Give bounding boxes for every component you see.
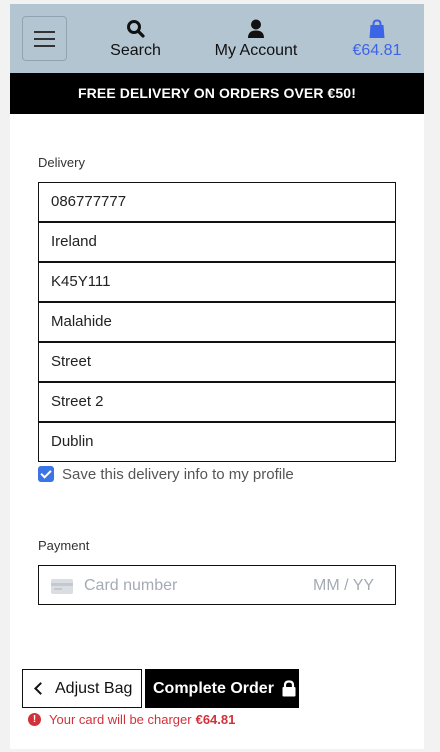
street-address-1-field[interactable]: Street bbox=[38, 342, 396, 382]
nav-search-link[interactable]: Search bbox=[108, 18, 163, 60]
bag-total: €64.81 bbox=[352, 42, 402, 59]
street-address-2-field[interactable]: Street 2 bbox=[38, 382, 396, 422]
save-info-row[interactable]: Save this delivery info to my profile bbox=[38, 464, 294, 484]
top-navbar: Search My Account €64.81 bbox=[10, 4, 424, 73]
phone-field[interactable]: 086777777 bbox=[38, 182, 396, 222]
chevron-left-icon bbox=[34, 682, 47, 695]
charge-notice: ! Your card will be charger €64.81 bbox=[28, 712, 235, 727]
search-icon bbox=[126, 20, 145, 38]
expiry-placeholder: MM / YY bbox=[313, 577, 375, 594]
credit-card-icon bbox=[51, 579, 73, 594]
card-element-input[interactable]: Card number MM / YY bbox=[38, 565, 396, 605]
promo-banner: FREE DELIVERY ON ORDERS OVER €50! bbox=[10, 73, 424, 114]
adjust-bag-label: Adjust Bag bbox=[55, 679, 133, 697]
user-icon bbox=[248, 19, 264, 38]
town-field[interactable]: Malahide bbox=[38, 302, 396, 342]
menu-bar-icon bbox=[34, 38, 55, 40]
postcode-field[interactable]: K45Y111 bbox=[38, 262, 396, 302]
charge-notice-text: Your card will be charger bbox=[49, 712, 192, 727]
payment-section-label: Payment bbox=[38, 538, 90, 553]
lock-icon bbox=[282, 680, 296, 697]
save-info-checkbox[interactable] bbox=[38, 466, 54, 482]
nav-search-label: Search bbox=[110, 42, 161, 59]
checkout-page: Search My Account €64.81 FREE DELIVERY O… bbox=[10, 4, 424, 749]
alert-circle-icon: ! bbox=[28, 713, 41, 726]
shopping-bag-icon bbox=[369, 19, 385, 38]
country-field[interactable]: Ireland bbox=[38, 222, 396, 262]
save-info-label: Save this delivery info to my profile bbox=[62, 465, 294, 483]
complete-order-label: Complete Order bbox=[153, 679, 274, 697]
card-number-placeholder: Card number bbox=[84, 577, 178, 594]
delivery-section-label: Delivery bbox=[38, 155, 85, 170]
county-field[interactable]: Dublin bbox=[38, 422, 396, 462]
menu-bar-icon bbox=[34, 45, 55, 47]
menu-toggle-button[interactable] bbox=[22, 16, 67, 61]
complete-order-button[interactable]: Complete Order bbox=[145, 669, 299, 708]
nav-bag-link[interactable]: €64.81 bbox=[348, 18, 406, 60]
menu-bar-icon bbox=[34, 31, 55, 33]
nav-account-label: My Account bbox=[214, 42, 298, 59]
adjust-bag-button[interactable]: Adjust Bag bbox=[22, 669, 142, 708]
nav-account-link[interactable]: My Account bbox=[210, 18, 302, 60]
charge-amount: €64.81 bbox=[195, 712, 236, 727]
